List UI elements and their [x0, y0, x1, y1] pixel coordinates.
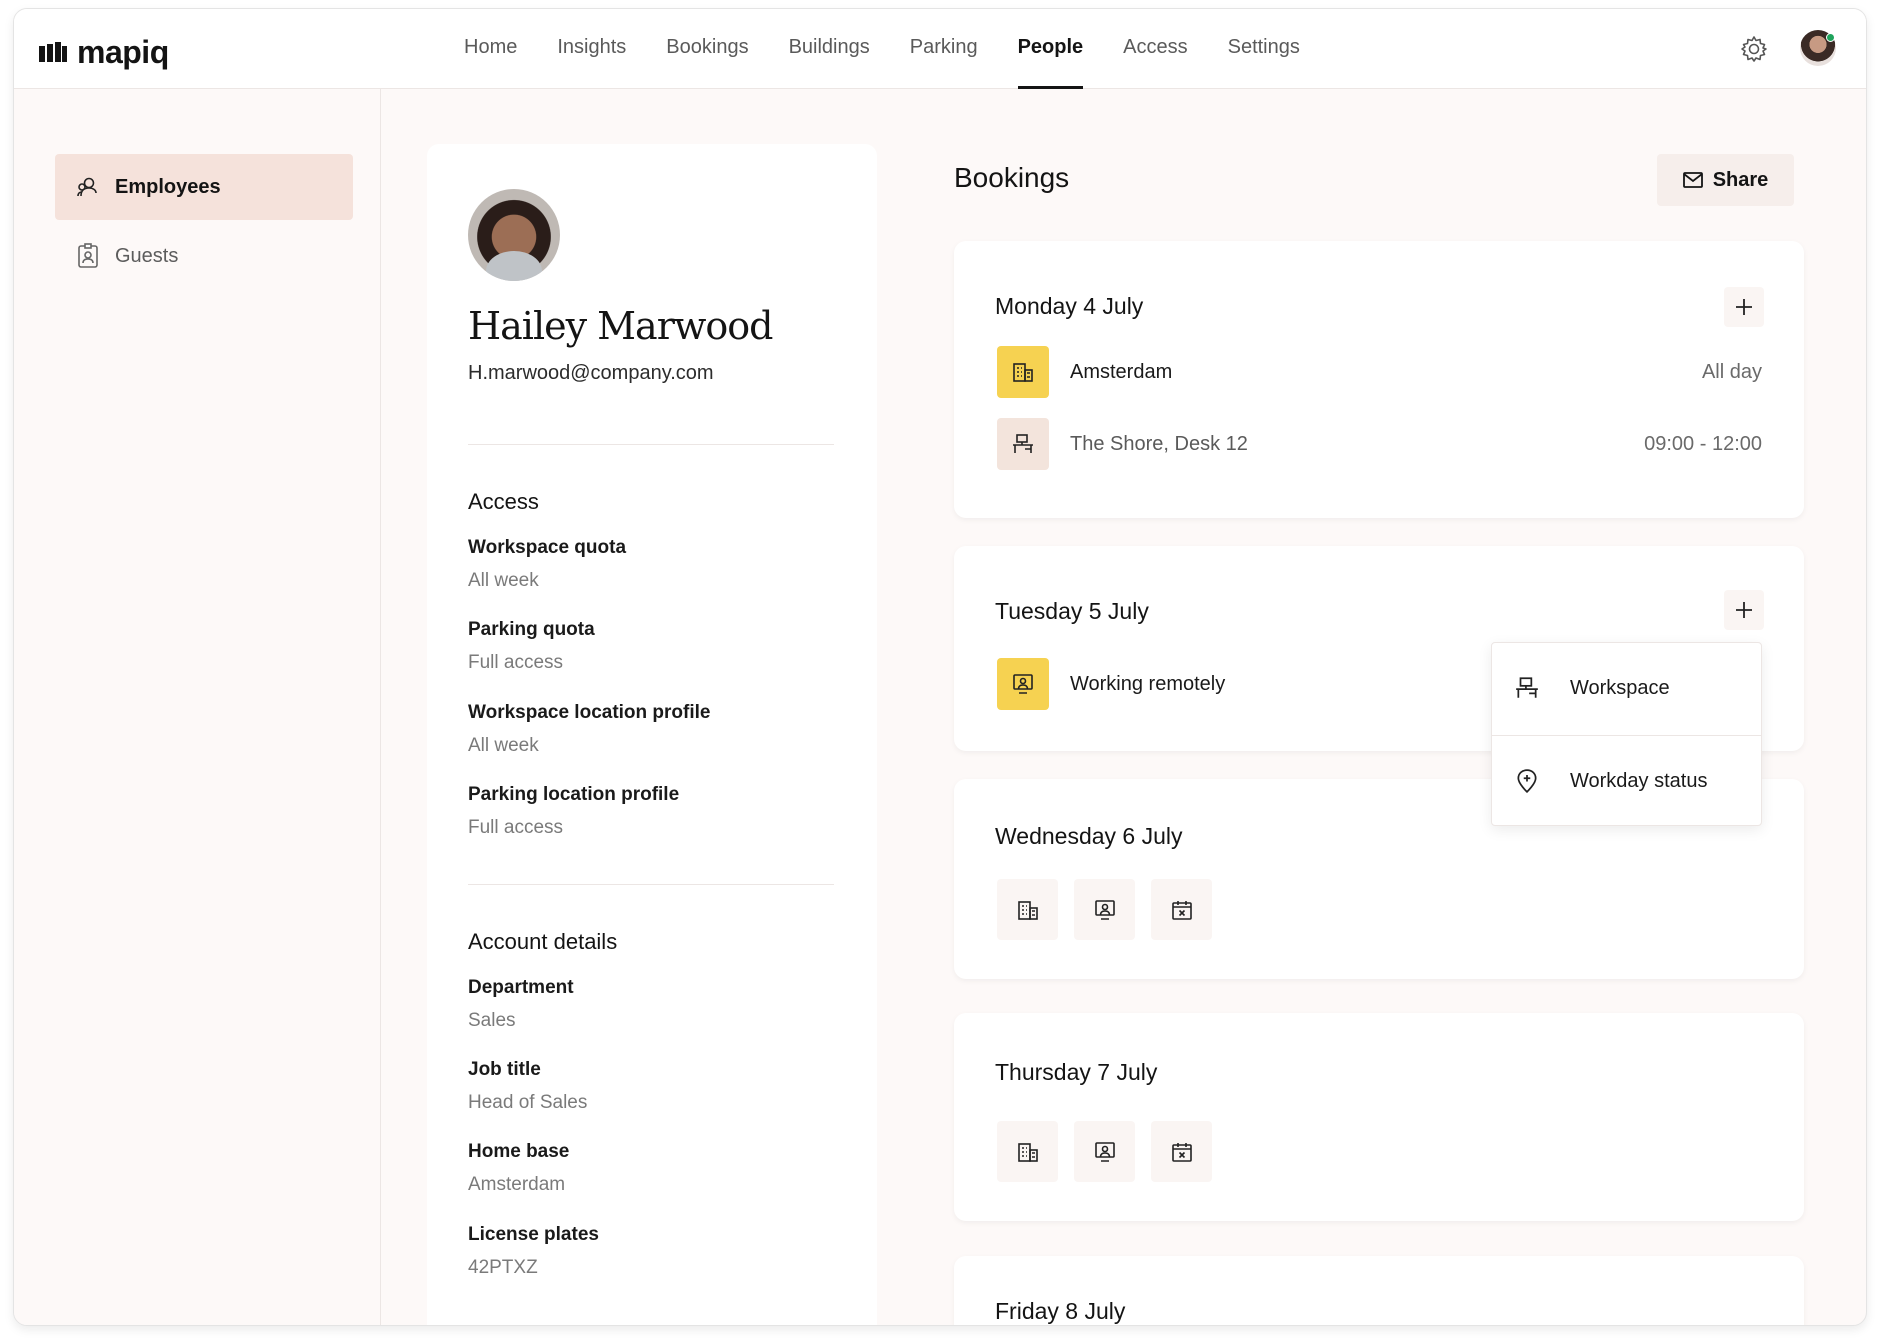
menu-item-workday-status[interactable]: Workday status — [1492, 736, 1761, 826]
desk-icon — [1516, 677, 1538, 698]
day-card-monday: Monday 4 July Amsterdam All day The Shor… — [954, 241, 1804, 518]
access-section-title: Access — [468, 489, 539, 514]
day-title: Wednesday 6 July — [995, 823, 1183, 849]
profile-photo — [468, 189, 560, 281]
divider — [468, 884, 834, 885]
main-nav: Home Insights Bookings Buildings Parking… — [444, 9, 1320, 89]
book-office-button[interactable] — [997, 879, 1058, 940]
field-label: License plates — [468, 1224, 599, 1245]
booking-row[interactable]: Amsterdam All day — [997, 346, 1762, 398]
account-section-title: Account details — [468, 929, 618, 954]
menu-item-workspace[interactable]: Workspace — [1492, 643, 1761, 733]
nav-settings[interactable]: Settings — [1208, 9, 1320, 89]
field-value: Full access — [468, 652, 564, 673]
day-title: Friday 8 July — [995, 1298, 1126, 1324]
sidebar-item-label: Guests — [115, 244, 179, 267]
plus-icon — [1736, 602, 1752, 618]
field-value: Full access — [468, 817, 564, 838]
day-title: Thursday 7 July — [995, 1059, 1158, 1085]
add-booking-button[interactable] — [1724, 287, 1764, 327]
book-remote-button[interactable] — [1074, 1121, 1135, 1182]
profile-email: H.marwood@company.com — [468, 362, 714, 384]
add-booking-menu: Workspace Workday status — [1491, 642, 1762, 826]
day-title: Tuesday 5 July — [995, 598, 1149, 624]
nav-buildings[interactable]: Buildings — [769, 9, 890, 89]
add-booking-button[interactable] — [1724, 590, 1764, 630]
people-icon — [77, 177, 97, 197]
field-value: Head of Sales — [468, 1092, 588, 1113]
sidebar-item-label: Employees — [115, 175, 221, 198]
logo-mark-icon — [39, 41, 67, 62]
booking-label: The Shore, Desk 12 — [1070, 432, 1248, 455]
building-icon — [1017, 1142, 1038, 1162]
book-office-button[interactable] — [997, 1121, 1058, 1182]
brand-name: mapiq — [77, 34, 169, 70]
badge-icon — [78, 243, 98, 268]
mail-icon — [1682, 172, 1703, 188]
field-label: Workspace location profile — [468, 702, 711, 723]
profile-name: Hailey Marwood — [468, 304, 773, 348]
location-pin-icon — [1517, 769, 1537, 794]
sidebar-item-guests[interactable]: Guests — [55, 223, 353, 289]
book-day-off-button[interactable] — [1151, 879, 1212, 940]
quick-actions — [997, 879, 1212, 940]
building-icon — [997, 346, 1049, 398]
booking-time: 09:00 - 12:00 — [1644, 432, 1762, 455]
remote-icon — [997, 658, 1049, 710]
book-day-off-button[interactable] — [1151, 1121, 1212, 1182]
desk-icon — [997, 418, 1049, 470]
field-label: Workspace quota — [468, 537, 627, 558]
day-title: Monday 4 July — [995, 293, 1144, 319]
top-navigation-bar: mapiq Home Insights Bookings Buildings P… — [14, 9, 1866, 89]
day-card-friday: Friday 8 July — [954, 1256, 1804, 1325]
booking-row[interactable]: The Shore, Desk 12 09:00 - 12:00 — [997, 418, 1762, 470]
app-window: mapiq Home Insights Bookings Buildings P… — [13, 8, 1867, 1326]
nav-insights[interactable]: Insights — [537, 9, 646, 89]
nav-parking[interactable]: Parking — [890, 9, 998, 89]
field-value: All week — [468, 570, 539, 591]
sidebar-item-employees[interactable]: Employees — [55, 154, 353, 220]
gear-icon[interactable] — [1739, 34, 1769, 64]
divider — [468, 444, 834, 445]
field-label: Job title — [468, 1059, 541, 1080]
field-value: Sales — [468, 1010, 516, 1031]
building-icon — [1017, 900, 1038, 920]
field-value: Amsterdam — [468, 1174, 566, 1195]
field-value: 42PTXZ — [468, 1257, 538, 1278]
bookings-title: Bookings — [954, 162, 1070, 193]
field-label: Home base — [468, 1141, 570, 1162]
brand-logo[interactable]: mapiq — [39, 34, 169, 71]
book-remote-button[interactable] — [1074, 879, 1135, 940]
menu-item-label: Workspace — [1570, 676, 1670, 699]
sidebar: Employees Guests — [14, 89, 381, 1325]
quick-actions — [997, 1121, 1212, 1182]
calendar-off-icon — [1171, 900, 1192, 920]
nav-people[interactable]: People — [998, 9, 1104, 89]
share-button[interactable]: Share — [1657, 154, 1794, 206]
day-card-thursday: Thursday 7 July — [954, 1013, 1804, 1221]
nav-home[interactable]: Home — [444, 9, 537, 89]
field-label: Parking location profile — [468, 784, 680, 805]
remote-icon — [1094, 1141, 1115, 1162]
remote-icon — [1094, 899, 1115, 920]
booking-time: All day — [1701, 360, 1762, 383]
nav-bookings[interactable]: Bookings — [646, 9, 768, 89]
calendar-off-icon — [1171, 1142, 1192, 1162]
online-status-dot — [1826, 33, 1835, 42]
plus-icon — [1736, 299, 1752, 315]
profile-card: Hailey Marwood H.marwood@company.com Acc… — [427, 144, 877, 1325]
booking-label: Amsterdam — [1070, 360, 1173, 383]
menu-item-label: Workday status — [1570, 769, 1708, 792]
nav-access[interactable]: Access — [1103, 9, 1207, 89]
field-label: Parking quota — [468, 619, 595, 640]
field-label: Department — [468, 977, 574, 998]
field-value: All week — [468, 735, 539, 756]
share-label: Share — [1712, 168, 1769, 191]
